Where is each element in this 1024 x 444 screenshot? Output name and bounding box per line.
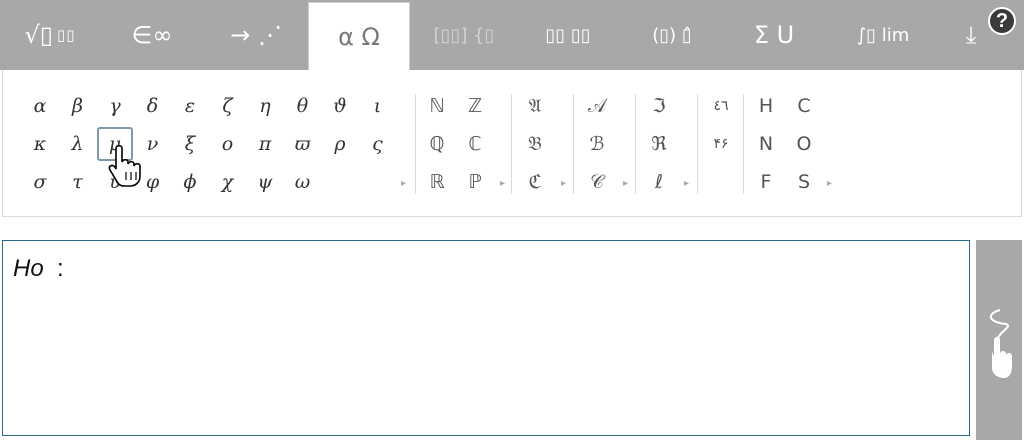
symbol-eta[interactable]: η [247, 89, 283, 123]
symbol-script-l[interactable]: ℓ [641, 165, 677, 199]
math-editor-input[interactable]: Ho : [2, 240, 970, 436]
symbol-varpi[interactable]: ϖ [285, 127, 321, 161]
toolbar-tabs: √▯ ▯▯ ∈∞ → ⋰ α Ω [▯▯] {▯ ▯▯ ▯▯ (▯) ▯̂ Σ U… [0, 0, 1024, 70]
symbol-o[interactable]: O [786, 127, 822, 161]
editor-content: Ho : [13, 255, 64, 283]
symbol-script-c[interactable]: 𝒞 [579, 165, 615, 199]
symbol-lambda[interactable]: λ [60, 127, 96, 161]
symbol-sigma[interactable]: σ [22, 165, 58, 199]
divider [635, 94, 636, 194]
sum-union-icon: Σ U [753, 21, 795, 49]
symbol-integers[interactable]: ℤ [457, 89, 493, 123]
symbol-fraktur-a[interactable]: 𝔄 [517, 89, 553, 123]
symbol-imaginary[interactable]: ℑ [641, 89, 677, 123]
symbol-n[interactable]: N [748, 127, 784, 161]
more-arrow-icon[interactable]: ▸ [684, 178, 689, 189]
symbol-tau[interactable]: τ [60, 165, 96, 199]
symbol-beta[interactable]: β [60, 89, 96, 123]
symbol-script-b[interactable]: ℬ [579, 127, 615, 161]
symbol-varphi[interactable]: ϕ [172, 165, 208, 199]
symbol-gamma[interactable]: γ [97, 89, 133, 123]
symbol-pi[interactable]: π [247, 127, 283, 161]
more-arrow-icon[interactable]: ▸ [500, 178, 505, 189]
symbol-delta[interactable]: δ [135, 89, 171, 123]
symbol-fraktur-c[interactable]: ℭ [517, 165, 553, 199]
symbol-epsilon[interactable]: ε [172, 89, 208, 123]
symbol-rationals[interactable]: ℚ [419, 127, 455, 161]
symbol-arabic-digits[interactable]: ٤٦ [703, 89, 739, 123]
tab-brackets[interactable]: (▯) ▯̂ [618, 0, 722, 70]
divider [511, 94, 512, 194]
symbol-rho[interactable]: ρ [322, 127, 358, 161]
tab-operators[interactable]: Σ U [722, 0, 826, 70]
editor-colon: : [57, 255, 64, 282]
symbol-alpha[interactable]: α [22, 89, 58, 123]
divider [697, 94, 698, 194]
symbol-s[interactable]: S [786, 165, 822, 199]
subscript-superscript-icon: ▯▯ ▯▯ [545, 24, 591, 46]
symbol-c[interactable]: C [786, 89, 822, 123]
symbol-naturals[interactable]: ℕ [419, 89, 455, 123]
tab-greek[interactable]: α Ω [308, 2, 410, 70]
symbol-iota[interactable]: ι [360, 89, 396, 123]
divider [743, 94, 744, 194]
tab-elements[interactable]: ∈∞ [100, 0, 204, 70]
symbol-xi[interactable]: ξ [172, 127, 208, 161]
symbol-script-a[interactable]: 𝒜 [579, 89, 615, 123]
integral-limit-icon: ∫▯ lim [856, 24, 910, 46]
alpha-omega-icon: α Ω [338, 22, 380, 51]
hand-pointer-cursor-icon [108, 144, 141, 187]
help-button[interactable]: ? [988, 7, 1016, 35]
more-arrow-icon[interactable]: ▸ [623, 178, 628, 189]
symbol-chi[interactable]: χ [210, 165, 246, 199]
handwriting-panel-toggle[interactable] [976, 240, 1022, 440]
symbol-h[interactable]: H [748, 89, 784, 123]
symbol-kappa[interactable]: κ [22, 127, 58, 161]
symbol-reals[interactable]: ℝ [419, 165, 455, 199]
editor-italic-text: Ho [13, 255, 44, 282]
symbol-zeta[interactable]: ζ [210, 89, 246, 123]
matrix-icon: [▯▯] {▯ [433, 24, 495, 46]
symbol-varsigma[interactable]: ς [360, 127, 396, 161]
symbol-complex[interactable]: ℂ [457, 127, 493, 161]
tab-radicals[interactable]: √▯ ▯▯ [0, 0, 100, 70]
stylus-icon: ⤓ [965, 21, 977, 49]
symbol-psi[interactable]: ψ [247, 165, 283, 199]
symbol-persian-digits[interactable]: ۴۶ [703, 127, 739, 161]
handwriting-hand-icon [990, 309, 1012, 378]
symbol-theta[interactable]: θ [285, 89, 321, 123]
tab-matrix[interactable]: [▯▯] {▯ [410, 0, 514, 70]
more-arrow-icon[interactable]: ▸ [561, 178, 566, 189]
divider [415, 94, 416, 194]
symbol-real-part[interactable]: ℜ [641, 127, 677, 161]
symbol-fraktur-b[interactable]: 𝔅 [517, 127, 553, 161]
fraction-icon: ▯▯ [56, 26, 76, 44]
bracket-hat-icon: (▯) ▯̂ [652, 24, 692, 46]
arrow-dots-icon: → ⋰ [230, 21, 282, 49]
more-arrow-icon[interactable]: ▸ [401, 178, 406, 189]
tab-calculus[interactable]: ∫▯ lim [826, 0, 936, 70]
tab-scripts[interactable]: ▯▯ ▯▯ [514, 0, 618, 70]
element-of-infinity-icon: ∈∞ [131, 21, 173, 49]
help-icon: ? [995, 9, 1009, 32]
symbol-vartheta[interactable]: ϑ [322, 89, 358, 123]
symbol-omega[interactable]: ω [285, 165, 321, 199]
symbol-primes[interactable]: ℙ [457, 165, 493, 199]
radical-icon: √▯ [24, 21, 53, 49]
more-arrow-icon[interactable]: ▸ [827, 178, 832, 189]
divider [573, 94, 574, 194]
symbol-f[interactable]: F [748, 165, 784, 199]
symbol-palette: αβγδεζηθϑικλμνξοπϖρςστυφϕχψω ℕ ℤ ℚ ℂ ℝ ℙ… [2, 70, 1022, 217]
tab-arrows[interactable]: → ⋰ [204, 0, 308, 70]
symbol-omicron[interactable]: ο [210, 127, 246, 161]
